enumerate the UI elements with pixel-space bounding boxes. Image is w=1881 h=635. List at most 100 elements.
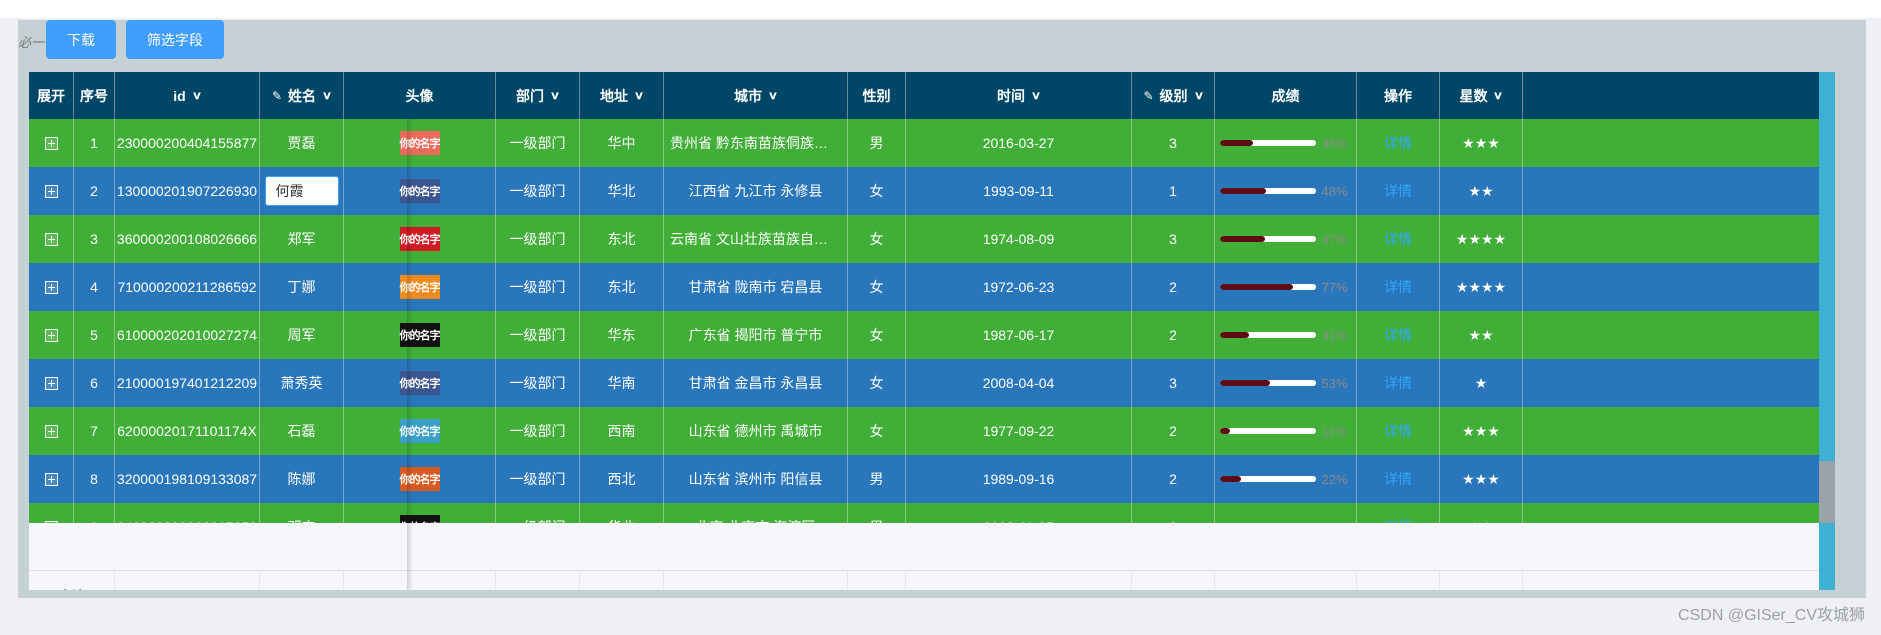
city-cell: 甘肃省 陇南市 宕昌县 — [664, 263, 848, 311]
name-cell[interactable]: 石磊 — [260, 407, 344, 455]
action-cell[interactable]: 详情 — [1357, 119, 1440, 167]
expand-icon[interactable] — [44, 472, 58, 486]
date-cell: 1977-09-22 — [906, 407, 1132, 455]
table-row[interactable]: 8 320000198109133087 陈娜 你的名字 一级部门 西北 山东省 滨州市 阳… — [29, 455, 1819, 503]
column-header-label: 时间 — [996, 87, 1025, 104]
action-cell[interactable]: 详情 — [1357, 263, 1440, 311]
table-row[interactable]: 3 360000200108026666 郑军 你的名字 一级部门 东北 云南省 文山壮族苗… — [29, 215, 1819, 263]
chevron-down-icon[interactable]: ∨ — [1493, 89, 1503, 102]
name-cell[interactable]: 周军 — [260, 311, 344, 359]
vertical-scrollbar-thumb[interactable] — [1822, 119, 1832, 461]
column-header-stars[interactable]: 星数 ∨ — [1440, 72, 1523, 119]
column-header-date[interactable]: 时间 ∨ — [906, 72, 1132, 119]
expand-icon[interactable] — [44, 328, 58, 342]
column-header-city[interactable]: 城市 ∨ — [664, 72, 848, 119]
stars-cell: ★★★★ — [1440, 215, 1523, 263]
score-cell: 30% — [1215, 503, 1357, 523]
chevron-down-icon[interactable]: ∨ — [634, 89, 644, 102]
table-row[interactable]: 9340000200002017253邓杰你的名字 一级部门华北北京 北京市 海淀… — [29, 503, 1819, 523]
gender-cell: 女 — [848, 167, 906, 215]
expand-cell[interactable] — [29, 263, 74, 311]
column-header-level[interactable]: ✎ 级别 ∨ — [1132, 72, 1215, 119]
expand-cell[interactable] — [29, 359, 74, 407]
column-header-name[interactable]: ✎ 姓名 ∨ — [260, 72, 344, 119]
chevron-down-icon[interactable]: ∨ — [322, 89, 332, 102]
details-link[interactable]: 详情 — [1384, 469, 1412, 489]
column-header-label: 性别 — [862, 87, 891, 104]
action-cell[interactable]: 详情 — [1357, 215, 1440, 263]
column-header-seq: 序号 — [74, 72, 115, 119]
name-cell[interactable]: 萧秀英 — [260, 359, 344, 407]
name-cell[interactable]: 陈娜 — [260, 455, 344, 503]
expand-icon[interactable] — [44, 280, 58, 294]
action-cell[interactable]: 详情 — [1357, 407, 1440, 455]
expand-cell[interactable] — [29, 167, 74, 215]
details-link[interactable]: 详情 — [1384, 325, 1412, 345]
table-row[interactable]: 4 710000200211286592 丁娜 你的名字 一级部门 东北 甘肃省 陇南市 宕… — [29, 263, 1819, 311]
table-row[interactable]: 6 210000197401212209 萧秀英 你的名字 一级部门 华南 甘肃省 金昌市 … — [29, 359, 1819, 407]
city-value: 山东省 滨州市 阳信县 — [688, 471, 823, 487]
details-link[interactable]: 详情 — [1384, 133, 1412, 153]
fixed-column-shadow — [407, 119, 413, 590]
expand-icon[interactable] — [44, 232, 58, 246]
expand-cell[interactable] — [29, 215, 74, 263]
progress-percent: 22% — [1321, 471, 1348, 487]
name-cell[interactable]: 邓杰 — [260, 503, 344, 523]
details-link[interactable]: 详情 — [1384, 373, 1412, 393]
city-cell: 广东省 揭阳市 普宁市 — [664, 311, 848, 359]
chevron-down-icon[interactable]: ∨ — [1031, 89, 1041, 102]
chevron-down-icon[interactable]: ∨ — [191, 89, 201, 102]
progress-percent: 53% — [1321, 375, 1348, 391]
chevron-down-icon[interactable]: ∨ — [768, 89, 778, 102]
vertical-scrollbar[interactable] — [1819, 119, 1835, 523]
progress-bar — [1219, 380, 1316, 386]
filter-fields-button[interactable]: 筛选字段 — [126, 20, 224, 59]
expand-cell[interactable] — [29, 455, 74, 503]
action-cell[interactable]: 详情 — [1357, 167, 1440, 215]
expand-icon[interactable] — [44, 184, 58, 198]
column-header-region[interactable]: 地址 ∨ — [580, 72, 664, 119]
chevron-down-icon[interactable]: ∨ — [1193, 89, 1203, 102]
column-header-dept[interactable]: 部门 ∨ — [496, 72, 580, 119]
expand-cell[interactable] — [29, 119, 74, 167]
expand-cell[interactable] — [29, 311, 74, 359]
expand-icon[interactable] — [44, 424, 58, 438]
table-body[interactable]: 1 230000200404155877 贾磊 你的名字 一级部门 华中 贵州省 黔东南苗族… — [29, 119, 1819, 523]
details-link[interactable]: 详情 — [1384, 181, 1412, 201]
table-row[interactable]: 5 610000202010027274 周军 你的名字 一级部门 华东 广东省 揭阳市 普… — [29, 311, 1819, 359]
name-cell[interactable]: 郑军 — [260, 215, 344, 263]
details-link[interactable]: 详情 — [1384, 421, 1412, 441]
action-cell[interactable]: 详情 — [1357, 455, 1440, 503]
avatar-cell: 你的名字 — [344, 359, 496, 407]
action-cell[interactable]: 详情 — [1357, 503, 1440, 523]
expand-cell[interactable] — [29, 407, 74, 455]
table-row[interactable]: 1 230000200404155877 贾磊 你的名字 一级部门 华中 贵州省 黔东南苗族… — [29, 119, 1819, 167]
region-value: 东北 — [607, 279, 636, 295]
dept-cell: 一级部门 — [496, 263, 580, 311]
city-value: 甘肃省 陇南市 宕昌县 — [688, 279, 823, 295]
expand-cell[interactable] — [29, 503, 74, 523]
score-cell: 77% — [1215, 263, 1357, 311]
dept-cell: 一级部门 — [496, 119, 580, 167]
action-cell[interactable]: 详情 — [1357, 311, 1440, 359]
expand-icon[interactable] — [44, 376, 58, 390]
chevron-down-icon[interactable]: ∨ — [550, 89, 560, 102]
seq-value: 6 — [90, 375, 98, 391]
expand-icon[interactable] — [44, 136, 58, 150]
name-cell[interactable] — [260, 167, 344, 215]
name-edit-input[interactable] — [264, 176, 339, 206]
table-row[interactable]: 2 130000201907226930 你的名字 一级部门 华北 江西省 九江市 永修县… — [29, 167, 1819, 215]
edit-icon: ✎ — [1143, 88, 1154, 103]
date-value: 1993-09-11 — [983, 183, 1054, 199]
column-header-id[interactable]: id ∨ — [115, 72, 260, 119]
download-button[interactable]: 下载 — [46, 20, 116, 59]
details-link[interactable]: 详情 — [1384, 277, 1412, 297]
name-cell[interactable]: 丁娜 — [260, 263, 344, 311]
avatar-cell: 你的名字 — [344, 119, 496, 167]
details-link[interactable]: 详情 — [1384, 229, 1412, 249]
table-row[interactable]: 7 62000020171101174X 石磊 你的名字 一级部门 西南 山东省 德州市 禹… — [29, 407, 1819, 455]
name-cell[interactable]: 贾磊 — [260, 119, 344, 167]
action-cell[interactable]: 详情 — [1357, 359, 1440, 407]
avatar: 你的名字 — [399, 179, 441, 203]
gender-value: 女 — [869, 231, 884, 247]
